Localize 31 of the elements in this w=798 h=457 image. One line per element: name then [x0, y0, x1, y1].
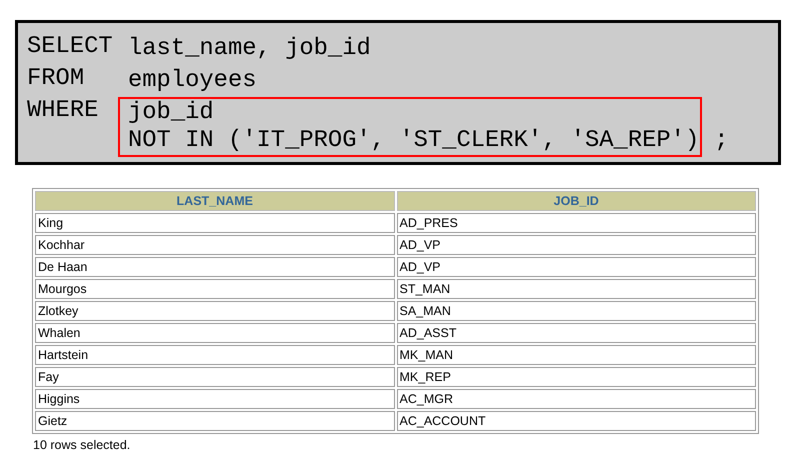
sql-text: job_id	[128, 99, 215, 127]
table-cell: Mourgos	[35, 279, 394, 299]
table-cell: Whalen	[35, 323, 394, 343]
table-cell: Higgins	[35, 389, 394, 409]
table-cell: AD_PRES	[396, 213, 756, 233]
table-cell: AC_MGR	[396, 389, 756, 409]
sql-text: last_name, job_id	[128, 35, 371, 63]
table-cell: AC_ACCOUNT	[396, 411, 756, 431]
column-header: JOB_ID	[396, 191, 756, 211]
table-cell: SA_MAN	[396, 301, 756, 321]
table-cell: MK_MAN	[396, 345, 756, 365]
status-text: 10 rows selected.	[33, 438, 132, 452]
table-cell: King	[35, 213, 394, 233]
table-cell: De Haan	[35, 257, 394, 277]
sql-keyword: SELECT	[27, 33, 114, 61]
sql-keyword: WHERE	[27, 97, 100, 125]
table-cell: Zlotkey	[35, 301, 394, 321]
column-header: LAST_NAME	[35, 191, 394, 211]
table-cell: Kochhar	[35, 235, 394, 255]
table-cell: Hartstein	[35, 345, 394, 365]
table-cell: AD_ASST	[396, 323, 756, 343]
sql-terminator: ;	[714, 127, 728, 155]
sql-keyword: FROM	[27, 65, 86, 93]
sql-text: NOT IN ('IT_PROG', 'ST_CLERK', 'SA_REP')	[128, 127, 700, 155]
table-cell: AD_VP	[396, 235, 756, 255]
table-cell: AD_VP	[396, 257, 756, 277]
table-cell: Fay	[35, 367, 394, 387]
table-cell: ST_MAN	[396, 279, 756, 299]
table-cell: Gietz	[35, 411, 394, 431]
table-cell: MK_REP	[396, 367, 756, 387]
sql-text: employees	[128, 67, 257, 95]
